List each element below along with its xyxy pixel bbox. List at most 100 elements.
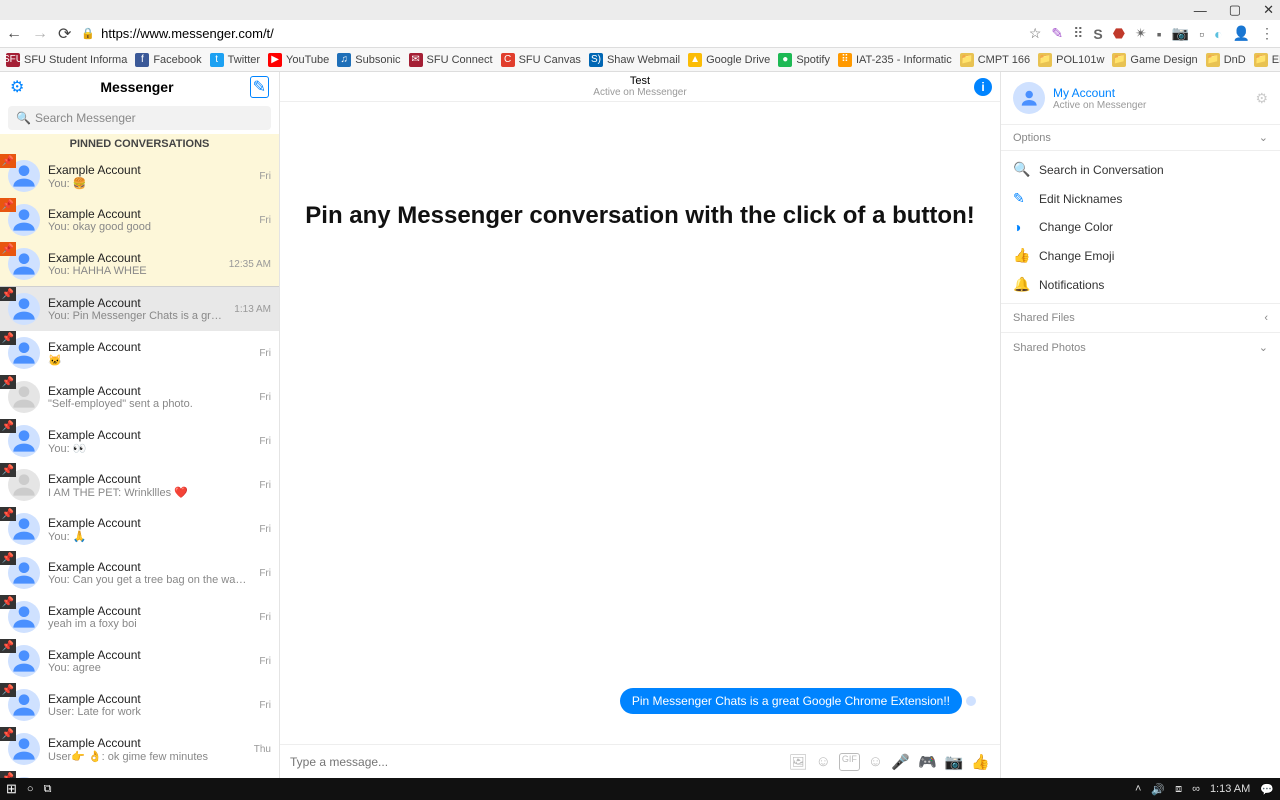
- bookmark-pol101w[interactable]: 📁POL101w: [1038, 53, 1104, 67]
- sticker-icon[interactable]: ☺: [816, 753, 831, 771]
- menu-icon[interactable]: ⋮: [1260, 25, 1274, 42]
- url-input[interactable]: [101, 26, 401, 41]
- option-search-in-conversation[interactable]: 🔍Search in Conversation: [1001, 155, 1280, 184]
- shared-photos-row[interactable]: Shared Photos ⌄: [1001, 332, 1280, 362]
- bookmark-sfu-student-informa[interactable]: SFUSFU Student Informa: [6, 53, 127, 67]
- bookmark-game-design[interactable]: 📁Game Design: [1112, 53, 1197, 67]
- pin-icon[interactable]: 📌: [0, 154, 16, 168]
- onedrive-icon[interactable]: ∞: [1192, 783, 1200, 795]
- pin-icon[interactable]: 📌: [0, 331, 16, 345]
- bookmark-twitter[interactable]: tTwitter: [210, 53, 260, 67]
- conversation-item[interactable]: 📌 Example Account You: HAHHA WHEE 12:35 …: [0, 242, 279, 286]
- conversation-item[interactable]: 📌 Example Account User👉 👌: ok gime few m…: [0, 727, 279, 771]
- option-change-color[interactable]: ◑Change Color: [1001, 213, 1280, 241]
- ext-icon-7[interactable]: 📷: [1172, 25, 1189, 42]
- pin-icon[interactable]: 📌: [0, 595, 16, 609]
- close-window-button[interactable]: ✕: [1263, 2, 1274, 18]
- conversation-name: Example Account: [48, 472, 251, 486]
- reload-button[interactable]: ⟳: [58, 24, 71, 44]
- ext-icon-4[interactable]: ⬣: [1113, 25, 1125, 42]
- bookmark-sfu-canvas[interactable]: CSFU Canvas: [501, 53, 581, 67]
- bookmark-dnd[interactable]: 📁DnD: [1206, 53, 1246, 67]
- conversation-item[interactable]: 📌 Example Account You: Pin Messenger Cha…: [0, 287, 279, 331]
- bookmark-google-drive[interactable]: ▲Google Drive: [688, 53, 770, 67]
- pin-icon[interactable]: 📌: [0, 639, 16, 653]
- ext-icon-8[interactable]: ▫: [1199, 26, 1204, 42]
- cortana-icon[interactable]: ○: [27, 783, 34, 795]
- conversation-item[interactable]: 📌 Example Account I AM THE PET: Wrinklll…: [0, 463, 279, 507]
- pin-icon[interactable]: 📌: [0, 287, 16, 301]
- forward-button[interactable]: →: [32, 25, 48, 43]
- ext-icon-9[interactable]: ◐: [1214, 26, 1222, 42]
- conversation-item[interactable]: 📌 Example Account Thu: [0, 771, 279, 778]
- details-gear-icon[interactable]: ⚙: [1255, 90, 1268, 107]
- ext-icon-1[interactable]: ✎: [1051, 25, 1063, 42]
- option-notifications[interactable]: 🔔Notifications: [1001, 270, 1280, 299]
- games-icon[interactable]: 🎮: [918, 753, 937, 771]
- bookmark-shaw-webmail[interactable]: S)Shaw Webmail: [589, 53, 680, 67]
- pin-icon[interactable]: 📌: [0, 683, 16, 697]
- profile-icon[interactable]: 👤: [1233, 25, 1250, 42]
- voice-icon[interactable]: 🎤: [891, 753, 910, 771]
- photo-icon[interactable]: 🖼: [789, 753, 808, 771]
- bookmark-youtube[interactable]: ▶YouTube: [268, 53, 329, 67]
- pin-icon[interactable]: 📌: [0, 727, 16, 741]
- star-icon[interactable]: ☆: [1029, 25, 1042, 42]
- conversation-item[interactable]: 📌 Example Account You: Can you get a tre…: [0, 551, 279, 595]
- task-view-icon[interactable]: ⧉: [44, 783, 52, 796]
- camera-icon[interactable]: 📷: [945, 753, 964, 771]
- pin-icon[interactable]: 📌: [0, 419, 16, 433]
- ext-icon-3[interactable]: S: [1093, 26, 1102, 42]
- conversation-item[interactable]: 📌 Example Account 🐱 Fri: [0, 331, 279, 375]
- tray-chevron-icon[interactable]: ˄: [1135, 783, 1141, 795]
- message-input[interactable]: [290, 755, 779, 769]
- option-change-emoji[interactable]: 👍Change Emoji: [1001, 241, 1280, 270]
- options-header[interactable]: Options ⌄: [1001, 124, 1280, 151]
- pin-icon[interactable]: 📌: [0, 551, 16, 565]
- conversation-item[interactable]: 📌 Example Account User: Late for work Fr…: [0, 683, 279, 727]
- minimize-button[interactable]: —: [1194, 3, 1207, 18]
- pin-icon[interactable]: 📌: [0, 507, 16, 521]
- settings-gear-icon[interactable]: ⚙: [10, 77, 24, 97]
- conversation-item[interactable]: 📌 Example Account You: 👀 Fri: [0, 419, 279, 463]
- compose-button[interactable]: ✎: [250, 76, 269, 98]
- pin-icon[interactable]: 📌: [0, 463, 16, 477]
- maximize-button[interactable]: ▢: [1229, 2, 1241, 18]
- emoji-icon[interactable]: ☺: [868, 753, 883, 771]
- conversation-item[interactable]: 📌 Example Account yeah im a foxy boi Fri: [0, 595, 279, 639]
- like-icon[interactable]: 👍: [971, 753, 990, 771]
- notifications-icon[interactable]: 💬: [1260, 783, 1274, 796]
- bookmark-facebook[interactable]: fFacebook: [135, 53, 201, 67]
- conversation-item[interactable]: 📌 Example Account You: agree Fri: [0, 639, 279, 683]
- start-button[interactable]: ⊞: [6, 781, 17, 797]
- bookmark-sfu-connect[interactable]: ✉SFU Connect: [409, 53, 493, 67]
- dropbox-icon[interactable]: ⧈: [1175, 783, 1182, 796]
- address-bar[interactable]: 🔒: [81, 26, 1018, 41]
- ext-icon-6[interactable]: ▪: [1157, 26, 1162, 42]
- option-edit-nicknames[interactable]: ✎Edit Nicknames: [1001, 184, 1280, 213]
- shared-files-row[interactable]: Shared Files ‹: [1001, 303, 1280, 332]
- conversation-preview: You: 🍔: [48, 177, 251, 190]
- bookmark-spotify[interactable]: ●Spotify: [778, 53, 830, 67]
- back-button[interactable]: ←: [6, 25, 22, 43]
- search-messenger-input[interactable]: 🔍 Search Messenger: [8, 106, 271, 130]
- pin-icon[interactable]: 📌: [0, 198, 16, 212]
- clock[interactable]: 1:13 AM: [1210, 783, 1250, 795]
- ext-icon-2[interactable]: ⠿: [1073, 25, 1083, 42]
- bookmark-educ[interactable]: 📁EDUC: [1254, 53, 1280, 67]
- my-account-name[interactable]: My Account: [1053, 86, 1146, 100]
- bookmark-subsonic[interactable]: ♫Subsonic: [337, 53, 400, 67]
- bookmark-iat-235-informatic[interactable]: ⠿IAT-235 - Informatic: [838, 53, 952, 67]
- pin-icon[interactable]: 📌: [0, 771, 16, 778]
- conversation-item[interactable]: 📌 Example Account You: 🙏 Fri: [0, 507, 279, 551]
- bookmark-cmpt-166[interactable]: 📁CMPT 166: [960, 53, 1030, 67]
- pin-icon[interactable]: 📌: [0, 242, 16, 256]
- ext-icon-5[interactable]: ✴: [1135, 25, 1147, 42]
- chat-info-button[interactable]: i: [974, 78, 992, 96]
- conversation-item[interactable]: 📌 Example Account You: okay good good Fr…: [0, 198, 279, 242]
- gif-icon[interactable]: GIF: [839, 753, 860, 771]
- pin-icon[interactable]: 📌: [0, 375, 16, 389]
- conversation-item[interactable]: 📌 Example Account You: 🍔 Fri: [0, 154, 279, 198]
- conversation-item[interactable]: 📌 Example Account "Self-employed" sent a…: [0, 375, 279, 419]
- volume-icon[interactable]: 🔊: [1151, 783, 1165, 796]
